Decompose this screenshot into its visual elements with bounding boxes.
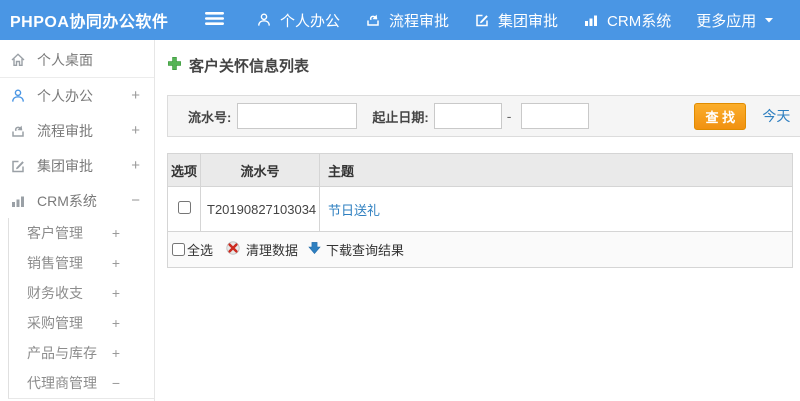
clear-icon xyxy=(225,240,241,259)
sidebar-item-desktop[interactable]: 个人桌面 xyxy=(0,43,154,78)
expand-indicator: + xyxy=(131,157,140,174)
page-title-text: 客户关怀信息列表 xyxy=(189,58,310,75)
flow-approval-icon xyxy=(365,12,381,28)
group-approval-icon xyxy=(474,12,490,28)
sidebar-item-crm[interactable]: CRM系统 − xyxy=(0,183,154,218)
person-icon xyxy=(10,88,27,104)
home-icon xyxy=(10,52,27,68)
submenu-item-agent-mgmt[interactable]: 代理商管理 − xyxy=(9,368,154,398)
date-range-label: 起止日期: xyxy=(372,109,429,125)
sidebar-item-label: 个人桌面 xyxy=(37,52,93,68)
topbar: PHPOA协同办公软件 个人办公 流程审批 集团审批 CRM系统 更多应用 xyxy=(0,0,800,40)
download-icon xyxy=(308,241,321,258)
select-all-label: 全选 xyxy=(187,243,214,258)
nav-personal-office[interactable]: 个人办公 xyxy=(256,10,340,31)
submenu-item-purchasing[interactable]: 采购管理 + xyxy=(9,308,154,338)
caret-down-icon xyxy=(764,15,774,25)
select-all-checkbox[interactable] xyxy=(172,243,185,256)
row-checkbox[interactable] xyxy=(177,201,191,214)
sidebar-item-label: 集团审批 xyxy=(37,157,93,174)
date-end-input[interactable] xyxy=(521,103,590,129)
top-navigation: 个人办公 流程审批 集团审批 CRM系统 更多应用 xyxy=(256,10,774,31)
sidebar-item-flow-approval[interactable]: 流程审批 + xyxy=(0,113,154,148)
column-header-subject: 主题 xyxy=(319,153,793,187)
nav-more-apps[interactable]: 更多应用 xyxy=(696,10,774,31)
crm-submenu: 客户管理 + 销售管理 + 财务收支 + 采购管理 + 产品与库存 + 代理商管… xyxy=(8,218,154,399)
sidebar-item-label: 个人办公 xyxy=(37,87,93,104)
submenu-item-label: 销售管理 xyxy=(27,255,83,271)
submenu-item-label: 产品与库存 xyxy=(27,345,97,361)
serial-number-input[interactable] xyxy=(237,103,358,129)
serial-number-label: 流水号: xyxy=(188,109,232,125)
submenu-item-label: 财务收支 xyxy=(27,285,83,301)
page-title: 客户关怀信息列表 xyxy=(167,55,800,76)
row-serial: T20190827103034 xyxy=(200,186,320,232)
group-approval-icon xyxy=(10,158,27,174)
nav-flow-approval[interactable]: 流程审批 xyxy=(365,10,449,31)
expand-indicator: + xyxy=(131,87,140,104)
search-button[interactable]: 查 找 xyxy=(694,102,747,130)
subject-link[interactable]: 节日送礼 xyxy=(328,203,380,218)
hamburger-icon xyxy=(205,11,224,29)
table-footer-row: 全选 清理数据 下载查询结果 xyxy=(167,231,793,268)
results-table: 选项 流水号 主题 T20190827103034 节日送礼 全选 清理数据 下… xyxy=(167,153,793,268)
crm-chart-icon xyxy=(10,193,27,209)
nav-label: 流程审批 xyxy=(389,12,450,30)
date-separator: - xyxy=(506,108,512,124)
expand-indicator: + xyxy=(131,122,140,139)
nav-group-approval[interactable]: 集团审批 xyxy=(474,10,558,31)
expand-indicator: − xyxy=(131,192,140,209)
nav-label: 个人办公 xyxy=(280,12,341,30)
expand-indicator: + xyxy=(111,225,120,241)
download-results-label: 下载查询结果 xyxy=(326,243,405,258)
submenu-item-sales-mgmt[interactable]: 销售管理 + xyxy=(9,248,154,278)
menu-toggle[interactable] xyxy=(205,11,224,29)
download-results-action[interactable]: 下载查询结果 xyxy=(308,240,404,259)
date-start-input[interactable] xyxy=(433,103,502,129)
expand-indicator: + xyxy=(111,345,120,361)
submenu-item-label: 客户管理 xyxy=(27,225,83,241)
main-content: 客户关怀信息列表 流水号: 起止日期: - 查 找 今天 本周 选项 流水号 主… xyxy=(155,40,800,401)
submenu-item-label: 采购管理 xyxy=(27,315,83,331)
sidebar-item-personal-office[interactable]: 个人办公 + xyxy=(0,78,154,113)
nav-label: 集团审批 xyxy=(498,12,559,30)
expand-indicator: + xyxy=(111,285,120,301)
table-header-row: 选项 流水号 主题 xyxy=(167,153,793,187)
crm-chart-icon xyxy=(583,12,599,28)
nav-crm-system[interactable]: CRM系统 xyxy=(583,10,671,31)
submenu-item-products-inventory[interactable]: 产品与库存 + xyxy=(9,338,154,368)
expand-indicator: − xyxy=(111,375,120,391)
column-header-serial: 流水号 xyxy=(200,153,320,187)
person-icon xyxy=(256,12,272,28)
search-panel: 流水号: 起止日期: - 查 找 今天 本周 xyxy=(167,95,800,137)
app-logo: PHPOA协同办公软件 xyxy=(10,14,169,31)
submenu-item-finance[interactable]: 财务收支 + xyxy=(9,278,154,308)
sidebar-item-group-approval[interactable]: 集团审批 + xyxy=(0,148,154,183)
add-icon[interactable] xyxy=(167,56,182,75)
clear-data-action[interactable]: 清理数据 xyxy=(225,240,298,259)
sidebar-item-label: 流程审批 xyxy=(37,122,93,139)
sidebar: 个人桌面 个人办公 + 流程审批 + 集团审批 + CRM系统 − 客户管理 + xyxy=(0,40,155,401)
today-link[interactable]: 今天 xyxy=(762,106,790,126)
expand-indicator: + xyxy=(111,315,120,331)
nav-label: CRM系统 xyxy=(607,12,672,30)
submenu-item-customer-mgmt[interactable]: 客户管理 + xyxy=(9,218,154,248)
expand-indicator: + xyxy=(111,255,120,271)
table-row: T20190827103034 节日送礼 xyxy=(167,186,793,232)
flow-approval-icon xyxy=(10,123,27,139)
sidebar-item-label: CRM系统 xyxy=(37,192,97,209)
submenu-item-label: 代理商管理 xyxy=(27,375,97,391)
nav-label: 更多应用 xyxy=(696,12,757,30)
clear-data-label: 清理数据 xyxy=(246,243,299,258)
column-header-select: 选项 xyxy=(167,153,201,187)
